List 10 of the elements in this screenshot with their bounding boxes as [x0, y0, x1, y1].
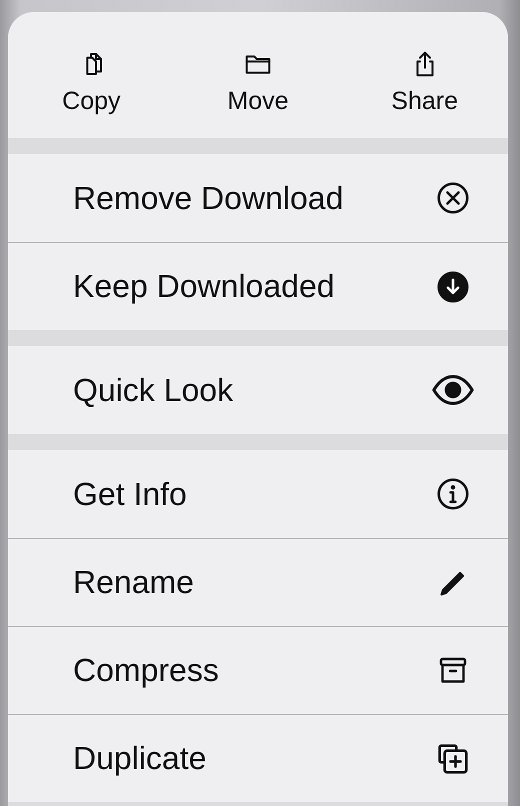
menu-item[interactable]: Remove Download [8, 154, 508, 242]
menu-item[interactable]: Duplicate [8, 714, 508, 802]
menu-item[interactable]: Rename [8, 538, 508, 626]
quick-action-button[interactable]: Share [341, 12, 508, 138]
menu-item[interactable]: Quick Look [8, 346, 508, 434]
quick-action-button[interactable]: Move [174, 12, 342, 138]
menu-item[interactable]: Keep Downloaded [8, 242, 508, 330]
menu-item[interactable]: Compress [8, 626, 508, 714]
quick-action-button[interactable]: Copy [8, 12, 175, 138]
menu-item[interactable]: Get Info [8, 450, 508, 538]
